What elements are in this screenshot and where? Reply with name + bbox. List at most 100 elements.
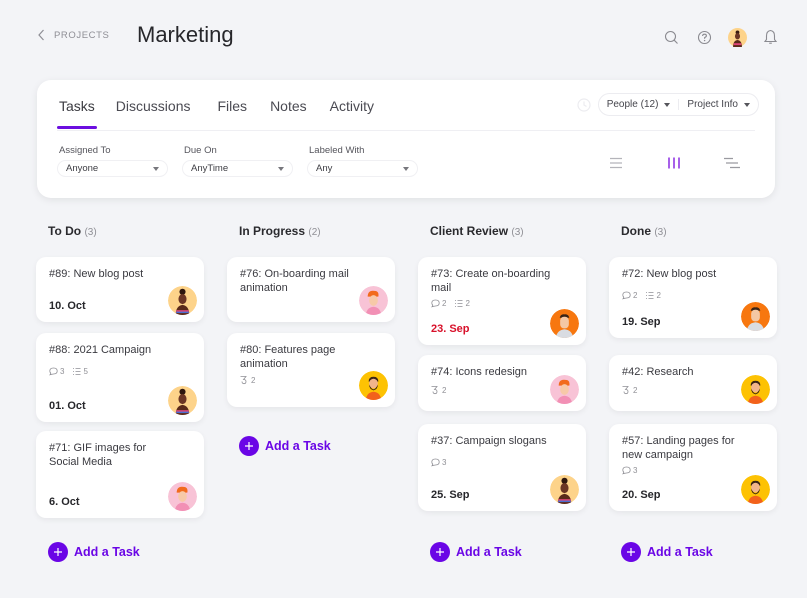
- subtasks-icon: [455, 300, 463, 307]
- task-meta: 3: [622, 466, 637, 475]
- people-dropdown[interactable]: People (12): [599, 99, 679, 110]
- add-task-button[interactable]: Add a Task: [621, 542, 713, 562]
- task-title: #76: On-boarding mail animation: [240, 268, 349, 294]
- column-done: Done (3): [609, 224, 777, 240]
- task-card[interactable]: #88: 2021 Campaign 3 5 01. Oct: [36, 333, 204, 422]
- assignee-avatar[interactable]: [168, 286, 197, 315]
- tab-activity[interactable]: Activity: [330, 98, 374, 126]
- assignee-avatar[interactable]: [168, 386, 197, 415]
- labeled-with-select[interactable]: Any: [307, 160, 418, 177]
- column-client-review: Client Review (3): [418, 224, 586, 240]
- task-meta: 35: [49, 367, 88, 376]
- assignee-avatar[interactable]: [550, 309, 579, 338]
- clock-icon[interactable]: [577, 97, 591, 112]
- task-card[interactable]: #72: New blog post 2 2 19. Sep: [609, 257, 777, 338]
- assignee-avatar[interactable]: [550, 475, 579, 504]
- comment-icon: [431, 458, 440, 467]
- column-count: (2): [308, 227, 321, 238]
- timeline-view-button[interactable]: [723, 155, 741, 171]
- column-count: (3): [84, 227, 97, 238]
- add-task-button[interactable]: Add a Task: [48, 542, 140, 562]
- subtask-count: 2: [645, 291, 661, 300]
- project-actions-pill: People (12) Project Info: [597, 93, 759, 116]
- due-on-select[interactable]: AnyTime: [182, 160, 293, 177]
- comment-count: 2: [622, 291, 637, 300]
- task-card[interactable]: #71: GIF images for Social Media 6. Oct: [36, 431, 204, 518]
- add-task-button[interactable]: Add a Task: [239, 436, 331, 456]
- column-title-text: Client Review: [430, 224, 509, 238]
- user-avatar: [727, 27, 747, 47]
- column-title: Client Review (3): [430, 224, 586, 240]
- assignee-avatar[interactable]: [550, 375, 579, 404]
- assigned-to-select[interactable]: Anyone: [57, 160, 168, 177]
- tab-discussions[interactable]: Discussions: [116, 98, 191, 126]
- add-task-button[interactable]: Add a Task: [430, 542, 522, 562]
- caret-down-icon: [403, 166, 409, 171]
- search-button[interactable]: [660, 26, 682, 48]
- task-card[interactable]: #80: Features page animation 2: [227, 333, 395, 407]
- add-task-label: Add a Task: [74, 545, 140, 559]
- caret-down-icon: [153, 166, 159, 171]
- board-view-button[interactable]: [665, 155, 683, 171]
- select-value: Any: [316, 163, 333, 174]
- assignee-avatar[interactable]: [741, 375, 770, 404]
- user-avatar-button[interactable]: [726, 26, 748, 48]
- comment-count: 3: [431, 458, 446, 467]
- due-date: 25. Sep: [431, 489, 470, 501]
- tab-tasks[interactable]: Tasks: [57, 98, 97, 129]
- tab-notes[interactable]: Notes: [270, 98, 307, 126]
- due-date: 23. Sep: [431, 323, 470, 335]
- task-meta: 22: [431, 299, 470, 308]
- due-date: 10. Oct: [49, 300, 86, 312]
- column-title-text: Done: [621, 224, 651, 238]
- task-card[interactable]: #89: New blog post 10. Oct: [36, 257, 204, 322]
- task-title: #42: Research: [622, 366, 694, 378]
- subtasks-icon: [646, 292, 654, 299]
- task-card[interactable]: #76: On-boarding mail animation: [227, 257, 395, 322]
- add-task-label: Add a Task: [456, 545, 522, 559]
- tab-divider: [57, 130, 755, 131]
- assignee-avatar[interactable]: [359, 286, 388, 315]
- plus-icon: [48, 542, 68, 562]
- attachment-count: 2: [622, 385, 637, 395]
- notifications-button[interactable]: [759, 26, 781, 48]
- caret-down-icon: [744, 102, 750, 107]
- task-card[interactable]: #74: Icons redesign 2: [418, 355, 586, 411]
- filter-label: Labeled With: [309, 145, 365, 156]
- help-button[interactable]: [693, 26, 715, 48]
- people-label: People (12): [606, 99, 659, 110]
- plus-icon: [239, 436, 259, 456]
- task-card[interactable]: #37: Campaign slogans 3 25. Sep: [418, 424, 586, 511]
- list-view-button[interactable]: [607, 155, 625, 171]
- task-card[interactable]: #73: Create on-boarding mail 2 2 23. Sep: [418, 257, 586, 345]
- task-card[interactable]: #57: Landing pages for new campaign 3 20. …: [609, 424, 777, 511]
- task-title: #74: Icons redesign: [431, 366, 528, 378]
- tab-files[interactable]: Files: [218, 98, 248, 126]
- help-icon: [697, 30, 711, 44]
- add-task-label: Add a Task: [647, 545, 713, 559]
- column-to-do: To Do (3): [36, 224, 204, 240]
- task-card[interactable]: #42: Research 2: [609, 355, 777, 411]
- comment-icon: [622, 291, 631, 300]
- attachment-icon: [240, 376, 247, 385]
- column-title: In Progress (2): [239, 224, 395, 240]
- project-toolbar-panel: Tasks Discussions Files Notes Activity P…: [37, 80, 775, 198]
- assignee-avatar[interactable]: [359, 371, 388, 400]
- due-date: 6. Oct: [49, 496, 80, 508]
- column-count: (3): [654, 227, 667, 238]
- bell-icon: [763, 29, 777, 44]
- back-to-projects-link[interactable]: PROJECTS: [37, 29, 109, 41]
- filter-labeled-with: Labeled With Any: [307, 145, 418, 177]
- comment-icon: [622, 466, 631, 475]
- task-title: #73: Create on-boarding mail: [431, 268, 551, 294]
- assignee-avatar[interactable]: [741, 475, 770, 504]
- comment-count: 3: [49, 367, 64, 376]
- assignee-avatar[interactable]: [741, 302, 770, 331]
- task-title: #88: 2021 Campaign: [49, 344, 152, 356]
- project-info-label: Project Info: [687, 99, 738, 110]
- task-title: #37: Campaign slogans: [431, 435, 547, 447]
- assignee-avatar[interactable]: [168, 482, 197, 511]
- comment-count: 2: [431, 299, 446, 308]
- attachment-icon: [431, 386, 438, 395]
- project-info-dropdown[interactable]: Project Info: [678, 99, 758, 110]
